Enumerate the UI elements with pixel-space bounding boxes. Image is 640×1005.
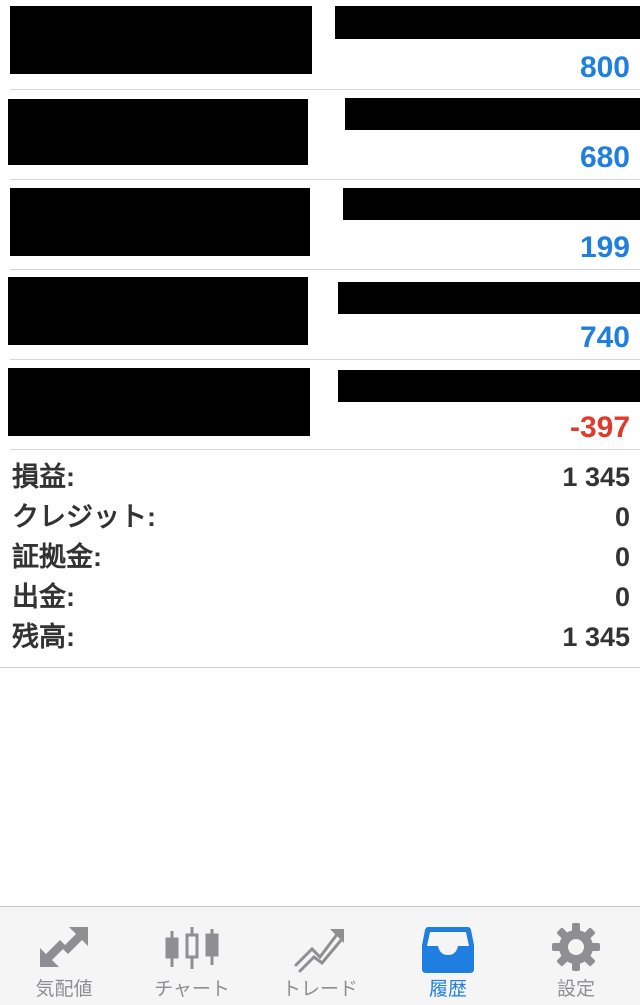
profit-value: 1 345 (562, 462, 630, 492)
tab-chart-label: チャート (154, 979, 230, 1000)
summary-row-profit: 損益: 1 345 (0, 457, 640, 497)
deal-row[interactable]: -397 (8, 360, 640, 450)
summary-divider (0, 667, 640, 668)
tab-trade[interactable]: トレード (256, 907, 384, 1005)
redacted-time (343, 188, 640, 220)
margin-label: 証拠金: (12, 542, 102, 572)
profit-label: 損益: (12, 462, 75, 492)
summary-row-margin: 証拠金: 0 (0, 537, 640, 577)
summary-row-balance: 残高: 1 345 (0, 617, 640, 657)
deal-row[interactable]: 199 (10, 180, 640, 270)
tab-settings-label: 設定 (556, 979, 595, 1000)
redacted-time (338, 370, 640, 402)
deal-profit: 800 (579, 51, 630, 84)
credit-label: クレジット: (12, 502, 156, 532)
deal-profit: 199 (579, 231, 630, 264)
deal-row[interactable]: 680 (8, 90, 640, 180)
tab-history[interactable]: 履歴 (384, 907, 512, 1005)
summary-row-withdrawal: 出金: 0 (0, 577, 640, 617)
redacted-time (335, 6, 640, 39)
balance-value: 1 345 (562, 622, 630, 652)
tab-trade-label: トレード (281, 979, 358, 1000)
balance-label: 残高: (12, 622, 75, 652)
summary-row-credit: クレジット: 0 (0, 497, 640, 537)
margin-value: 0 (614, 542, 630, 572)
deal-row[interactable]: 800 (10, 0, 640, 90)
redacted-symbol (10, 6, 312, 74)
tab-chart[interactable]: チャート (128, 907, 256, 1005)
redacted-symbol (10, 188, 310, 256)
withdrawal-label: 出金: (12, 582, 75, 612)
deal-profit: -397 (569, 411, 630, 444)
deal-profit: 740 (579, 321, 630, 354)
tab-bar: 気配値 チャート トレード 履歴 設定 (0, 906, 640, 1005)
gear-icon (552, 923, 600, 971)
redacted-time (345, 98, 640, 130)
trade-trend-icon (294, 929, 344, 973)
inbox-tray-icon (422, 927, 474, 973)
tab-settings[interactable]: 設定 (512, 907, 640, 1005)
redacted-symbol (8, 277, 308, 345)
redacted-symbol (8, 368, 310, 436)
account-summary: 損益: 1 345 クレジット: 0 証拠金: 0 出金: 0 残高: 1 34… (0, 457, 640, 657)
credit-value: 0 (614, 502, 630, 532)
quotes-arrows-icon (40, 927, 88, 967)
deal-profit: 680 (579, 141, 630, 174)
tab-history-label: 履歴 (428, 979, 467, 1000)
tab-quotes[interactable]: 気配値 (0, 907, 128, 1005)
redacted-time (338, 282, 640, 314)
deal-list: 800 680 199 740 -397 (0, 0, 640, 450)
deal-row[interactable]: 740 (8, 270, 640, 360)
candlestick-chart-icon (165, 927, 219, 969)
redacted-symbol (8, 99, 308, 165)
withdrawal-value: 0 (614, 582, 630, 612)
tab-quotes-label: 気配値 (35, 979, 93, 1000)
